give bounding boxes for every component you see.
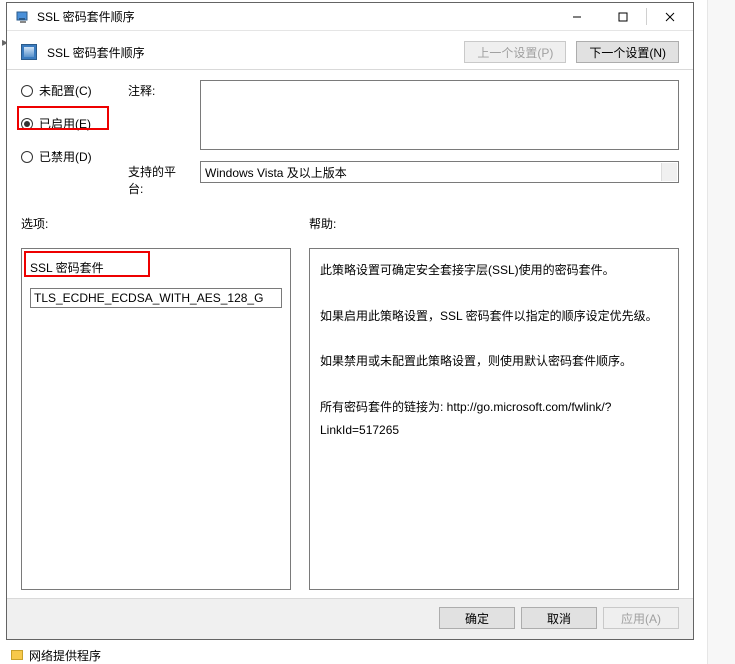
gpo-dialog: SSL 密码套件顺序 SSL 密码套件顺序 上一个设置(P) 下一个设置(N): [6, 2, 694, 640]
platform-box: Windows Vista 及以上版本: [200, 161, 679, 183]
cancel-button[interactable]: 取消: [521, 607, 597, 629]
radio-disabled[interactable]: 已禁用(D): [21, 148, 116, 165]
ok-button[interactable]: 确定: [439, 607, 515, 629]
minimize-button[interactable]: [554, 3, 600, 30]
maximize-button[interactable]: [600, 3, 646, 30]
radio-not-configured[interactable]: 未配置(C): [21, 82, 116, 99]
app-icon: [15, 9, 31, 25]
radio-label: 已禁用(D): [39, 148, 92, 165]
dialog-footer: 确定 取消 应用(A): [7, 598, 693, 639]
comment-label: 注释:: [128, 80, 190, 99]
policy-icon: [21, 44, 37, 60]
radio-icon: [21, 85, 33, 97]
scrollbar[interactable]: [661, 163, 677, 181]
annotation-highlight-ssl: [24, 251, 150, 277]
screen: ▸ SSL 密码套件顺序 SSL 密: [0, 0, 735, 664]
tree-node-network-providers[interactable]: 网络提供程序: [11, 648, 211, 662]
options-column: 选项: SSL 密码套件: [21, 215, 291, 590]
header-row: SSL 密码套件顺序 上一个设置(P) 下一个设置(N): [7, 31, 693, 69]
cipher-input[interactable]: [30, 288, 282, 308]
policy-title: SSL 密码套件顺序: [47, 44, 454, 61]
annotation-highlight-enabled: [17, 106, 109, 130]
help-panel: 此策略设置可确定安全套接字层(SSL)使用的密码套件。 如果启用此策略设置，SS…: [309, 248, 679, 590]
radio-icon: [21, 151, 33, 163]
window-buttons: [554, 3, 693, 30]
config-row: 未配置(C) 已启用(E) 已禁用(D) 注释:: [7, 70, 693, 201]
platform-value: Windows Vista 及以上版本: [205, 166, 347, 180]
platform-row: 支持的平台: Windows Vista 及以上版本: [128, 161, 679, 197]
options-section-label: 选项:: [21, 215, 291, 232]
platform-label: 支持的平台:: [128, 161, 190, 197]
prev-setting-button: 上一个设置(P): [464, 41, 566, 63]
radio-label: 未配置(C): [39, 82, 92, 99]
middle-column: 注释: 支持的平台: Windows Vista 及以上版本: [128, 80, 679, 197]
comment-row: 注释:: [128, 80, 679, 153]
outer-right-strip: [707, 0, 735, 664]
tree-node-label: 网络提供程序: [29, 647, 101, 664]
options-panel: SSL 密码套件: [21, 248, 291, 590]
folder-icon: [11, 650, 23, 660]
apply-button: 应用(A): [603, 607, 679, 629]
help-section-label: 帮助:: [309, 215, 679, 232]
window-title: SSL 密码套件顺序: [37, 8, 554, 25]
radio-column: 未配置(C) 已启用(E) 已禁用(D): [21, 80, 116, 197]
help-column: 帮助: 此策略设置可确定安全套接字层(SSL)使用的密码套件。 如果启用此策略设…: [309, 215, 679, 590]
next-setting-button[interactable]: 下一个设置(N): [576, 41, 679, 63]
lower-row: 选项: SSL 密码套件 帮助: 此策略设置可确定安全套接字层(SSL)使用的密…: [7, 201, 693, 598]
title-bar: SSL 密码套件顺序: [7, 3, 693, 31]
close-button[interactable]: [647, 3, 693, 30]
comment-textarea[interactable]: [200, 80, 679, 150]
help-text: 此策略设置可确定安全套接字层(SSL)使用的密码套件。 如果启用此策略设置，SS…: [320, 263, 658, 437]
